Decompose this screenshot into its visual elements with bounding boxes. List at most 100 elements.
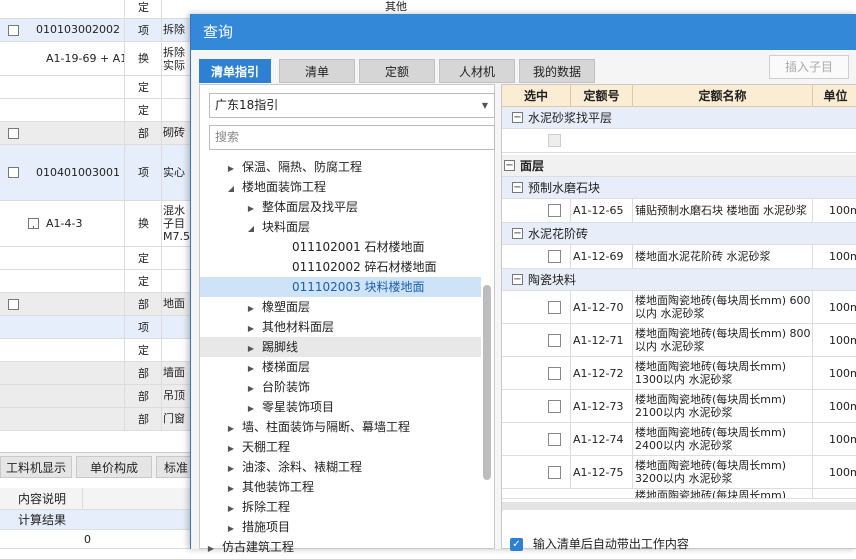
table-row[interactable]: A1-12-70楼地面陶瓷地砖(每块周长mm) 600以内 水泥砂浆 100m2	[502, 291, 856, 324]
row-checkbox[interactable]	[548, 250, 561, 263]
tree-node[interactable]: ▶ 台阶装饰	[200, 377, 481, 397]
background-row[interactable]: A1-4-3换混水 子目 M7.5 +	[0, 201, 190, 247]
collapse-icon[interactable]: −	[512, 182, 523, 193]
tree-node[interactable]: ▶ 整体面层及找平层	[200, 197, 481, 217]
background-row[interactable]: 项	[0, 316, 190, 339]
background-row[interactable]: 定	[0, 247, 190, 270]
tree-node[interactable]: ▶ 措施项目	[200, 517, 481, 537]
row-code	[0, 385, 125, 407]
background-row[interactable]: 定其他	[0, 0, 407, 19]
table-row[interactable]: A1-12-71楼地面陶瓷地砖(每块周长mm) 800以内 水泥砂浆 100m2	[502, 324, 856, 357]
row-checkbox[interactable]	[548, 204, 561, 217]
tab-material-display[interactable]: 工料机显示	[0, 456, 72, 478]
row-checkbox[interactable]	[548, 399, 561, 413]
row-name: 地面	[163, 297, 185, 310]
row-checkbox[interactable]	[548, 333, 561, 347]
table-group[interactable]: − 预制水磨石块	[502, 177, 856, 199]
tab-unit-price[interactable]: 单价构成	[76, 456, 152, 478]
tab-my-data[interactable]: 我的数据	[519, 59, 595, 83]
background-row[interactable]: 定	[0, 99, 190, 122]
tree-node[interactable]: ▶ 其他材料面层	[200, 317, 481, 337]
tree-node[interactable]: ◢ 楼地面装饰工程	[200, 177, 481, 197]
collapse-icon[interactable]: −	[512, 228, 523, 239]
tab-bill-guide[interactable]: 清单指引	[199, 59, 271, 83]
tree-node[interactable]: ▶ 拆除工程	[200, 497, 481, 517]
tree-node[interactable]: 011102001 石材楼地面	[200, 237, 481, 257]
tab-bill[interactable]: 清单	[279, 59, 355, 83]
background-row[interactable]: 定	[0, 339, 190, 362]
quota-unit: 100m2	[829, 333, 856, 347]
tree-node[interactable]: 011102003 块料楼地面	[200, 277, 481, 297]
tab-quota[interactable]: 定额	[359, 59, 435, 83]
checkbox-checked-icon[interactable]: ✓	[510, 538, 523, 551]
table-group[interactable]: − 水泥花阶砖	[502, 223, 856, 245]
table-row[interactable]: A1-12-69楼地面水泥花阶砖 水泥砂浆 100m2	[502, 245, 856, 269]
tree-node[interactable]: ▶ 橡塑面层	[200, 297, 481, 317]
query-dialog: 查询 清单指引 清单 定额 人材机 我的数据 插入子目 广东18指引 ▼ 搜索 …	[190, 14, 856, 554]
tree-node[interactable]: ▶ 楼梯面层	[200, 357, 481, 377]
guide-select[interactable]: 广东18指引 ▼	[209, 93, 495, 118]
tab-labor-material[interactable]: 人材机	[439, 59, 515, 83]
tree-node[interactable]: 011102002 碎石材楼地面	[200, 257, 481, 277]
bottom-table-row[interactable]: 计算结果	[0, 510, 190, 530]
tree-node[interactable]: ▶ 保温、隔热、防腐工程	[200, 157, 481, 177]
background-row[interactable]: A1-19-69 + A1-19-70 * 2换拆除 实际	[0, 42, 190, 76]
table-row[interactable]: A1-12-73楼地面陶瓷地砖(每块周长mm) 2100以内 水泥砂浆 100m2	[502, 390, 856, 423]
background-row[interactable]: 部地面 −	[0, 293, 190, 316]
search-input[interactable]: 搜索	[209, 125, 495, 150]
group-label: 水泥砂浆找平层	[528, 111, 613, 125]
background-row[interactable]: 010103002002项拆除−	[0, 19, 190, 42]
quota-name: 楼地面陶瓷地砖(每块周长mm) 2400以内 水泥砂浆	[633, 423, 813, 455]
tree-node[interactable]: ▶ 零星装饰项目	[200, 397, 481, 417]
row-checkbox[interactable]	[548, 366, 561, 380]
collapse-icon[interactable]: −	[512, 112, 523, 123]
background-row[interactable]: 部砌砖 −	[0, 122, 190, 145]
background-row[interactable]: 定	[0, 270, 190, 293]
expand-icon[interactable]: +	[28, 218, 39, 229]
horizontal-scrollbar[interactable]	[502, 502, 856, 510]
row-checkbox	[548, 134, 561, 147]
table-group[interactable]: − 陶瓷块料	[502, 269, 856, 291]
collapse-icon[interactable]: −	[8, 24, 19, 36]
quota-name: 楼地面陶瓷地砖(每块周长mm) 600以内 水泥砂浆	[633, 291, 813, 323]
background-row[interactable]: 部墙面	[0, 362, 190, 385]
background-row[interactable]: 部吊顶	[0, 385, 190, 408]
background-row[interactable]: 010401003001项实心−	[0, 145, 190, 201]
quota-name: 楼地面陶瓷地砖(每块周长mm) 1300以内 水泥砂浆	[633, 357, 813, 389]
content-desc-label: 内容说明	[18, 492, 67, 506]
insert-subitem-button[interactable]: 插入子目	[769, 55, 849, 79]
collapse-icon[interactable]: −	[8, 298, 19, 310]
table-group[interactable]: − 面层	[502, 155, 856, 177]
table-row[interactable]: A1-12-74楼地面陶瓷地砖(每块周长mm) 2400以内 水泥砂浆 100m2	[502, 423, 856, 456]
collapse-icon[interactable]: −	[8, 127, 19, 139]
tree-node-label: 保温、隔热、防腐工程	[242, 160, 363, 174]
collapse-icon[interactable]: −	[8, 167, 19, 178]
row-checkbox[interactable]	[548, 465, 561, 479]
tree-node[interactable]: ▶ 油漆、涂料、裱糊工程	[200, 457, 481, 477]
tree-node[interactable]: ▶ 墙、柱面装饰与隔断、幕墙工程	[200, 417, 481, 437]
quota-code: A1-12-72	[571, 357, 633, 389]
collapse-icon[interactable]: −	[512, 274, 523, 285]
table-row[interactable]: A1-12-75楼地面陶瓷地砖(每块周长mm) 3200以内 水泥砂浆 100m2	[502, 456, 856, 489]
row-type: 换	[126, 201, 162, 246]
row-checkbox[interactable]	[548, 300, 561, 314]
tree-scrollbar[interactable]	[483, 285, 491, 480]
table-group[interactable]: − 水泥砂浆找平层	[502, 107, 856, 129]
background-row[interactable]: 部门窗	[0, 408, 190, 431]
tree-node[interactable]: ▶ 踢脚线	[200, 337, 481, 357]
tree-node[interactable]: ▶ 其他装饰工程	[200, 477, 481, 497]
collapse-icon[interactable]: −	[504, 160, 515, 171]
table-row[interactable]: A1-12-72楼地面陶瓷地砖(每块周长mm) 1300以内 水泥砂浆 100m2	[502, 357, 856, 390]
background-row[interactable]: 定	[0, 76, 190, 99]
table-row[interactable]: A1-12-65铺贴预制水磨石块 楼地面 水泥砂浆 100m2	[502, 199, 856, 223]
caret-right-icon: ▶	[247, 324, 255, 333]
caret-down-icon: ◢	[247, 224, 255, 233]
table-row-empty	[502, 129, 856, 153]
row-checkbox[interactable]	[548, 432, 561, 446]
tree-node-label: 台阶装饰	[262, 380, 311, 394]
tree-node-label: 块料面层	[262, 220, 311, 234]
tree-node[interactable]: ▶ 天棚工程	[200, 437, 481, 457]
footer-option[interactable]: ✓ 输入清单后自动带出工作内容	[510, 535, 689, 551]
tree-node[interactable]: ◢ 块料面层	[200, 217, 481, 237]
tree-node[interactable]: ▶ 仿古建筑工程	[200, 537, 481, 557]
